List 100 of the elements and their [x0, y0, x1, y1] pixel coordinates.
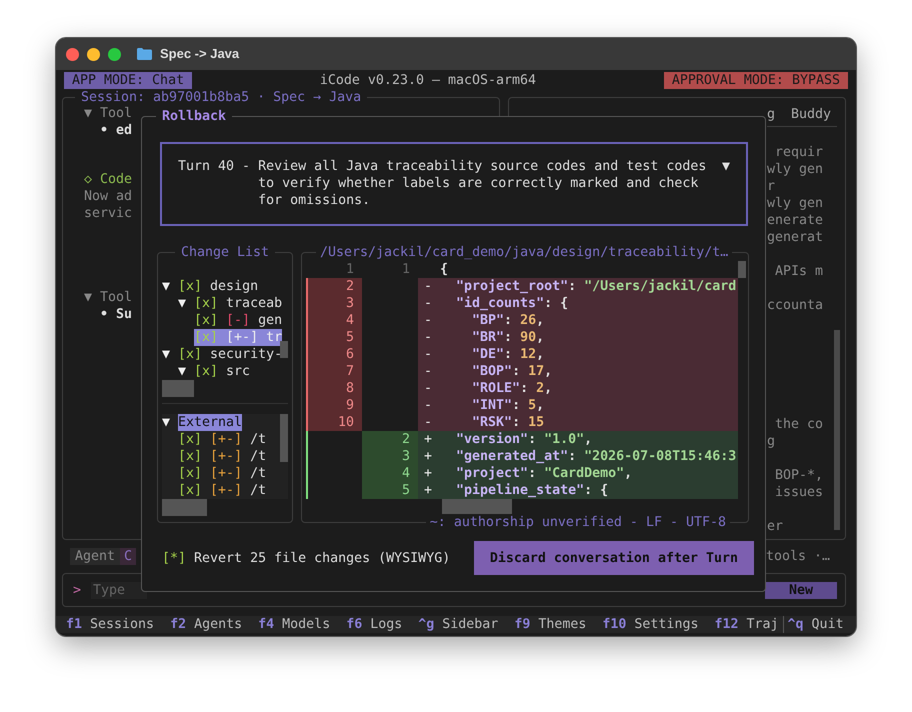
tree-label: security-	[210, 347, 282, 362]
message-text: g	[767, 433, 776, 450]
expand-toggle[interactable]: ▼	[722, 158, 730, 175]
message-input[interactable]: Type	[91, 582, 148, 598]
app-title: iCode v0.23.0 — macOS-arm64	[320, 72, 536, 89]
scrollbar[interactable]	[280, 341, 288, 358]
line-number: 4	[308, 312, 362, 329]
message-text: wly gen	[767, 161, 824, 178]
tree-item[interactable]: [x] [+-] /t	[178, 465, 266, 482]
change-tag: [+-]	[210, 432, 242, 447]
window-title: Spec -> Java	[160, 45, 240, 64]
message-text: servic	[84, 205, 132, 222]
checkbox[interactable]: [x]	[194, 296, 218, 311]
shortcut-hint[interactable]: f1 Sessions	[66, 616, 154, 633]
tree-item[interactable]: [x] security-	[178, 346, 282, 363]
line-number: 7	[308, 363, 362, 380]
checkbox[interactable]: [x]	[194, 313, 218, 328]
tree-label: tr	[266, 330, 282, 345]
discard-button[interactable]: Discard conversation after Turn	[474, 541, 754, 575]
tree-item[interactable]: [x] src	[194, 363, 250, 380]
checkbox[interactable]: [x]	[178, 466, 202, 481]
shortcut-hint[interactable]: f12 Traj	[714, 616, 779, 633]
approval-mode-badge: APPROVAL MODE: BYPASS	[664, 72, 848, 89]
message-text: ▼ Tool	[84, 105, 132, 122]
change-tag: [+-]	[226, 330, 258, 345]
app-mode-badge: APP MODE: Chat	[64, 72, 192, 89]
line-number: 2	[362, 431, 418, 448]
scrollbar[interactable]	[834, 330, 840, 530]
checkbox[interactable]: [x]	[178, 279, 202, 294]
scrollbar[interactable]	[738, 261, 746, 278]
line-number: 5	[308, 329, 362, 346]
tree-label: gen	[258, 313, 282, 328]
message-text: ▼ Tool	[84, 289, 132, 306]
folder-icon	[137, 48, 152, 60]
checkbox[interactable]: [x]	[178, 483, 202, 498]
tree-item[interactable]: [x] [-] gen	[194, 312, 282, 329]
tree-item[interactable]: [x] design	[178, 278, 258, 295]
shortcut-hint[interactable]: f10 Settings	[602, 616, 698, 633]
checkbox[interactable]: [x]	[178, 449, 202, 464]
change-tag: [+-]	[210, 483, 242, 498]
tree-item[interactable]: [x] traceab	[194, 295, 282, 312]
checkbox[interactable]: [x]	[194, 364, 218, 379]
message-text: er	[767, 518, 784, 535]
panel-title: Change List	[174, 245, 276, 260]
message-text: ◇ Code	[84, 171, 132, 188]
file-info: ~: authorship unverified - LF - UTF-8	[426, 514, 730, 531]
panel-tab[interactable]: g	[767, 106, 776, 123]
checkbox[interactable]: [x]	[178, 347, 202, 362]
radio-mark[interactable]: [*]	[162, 550, 186, 566]
diff-sign: -	[418, 363, 440, 380]
expand-toggle[interactable]: ▼	[162, 414, 178, 431]
shortcut-hint[interactable]: f9 Themes	[514, 616, 586, 633]
shortcut-hint[interactable]: f4 Models	[258, 616, 330, 633]
message-text: ccounta	[767, 297, 824, 314]
line-number: 4	[362, 465, 418, 482]
tree-label: traceab	[226, 296, 282, 311]
agent-name: C	[120, 548, 136, 565]
line-number: 3	[308, 295, 362, 312]
tree-item[interactable]: [x] [+-] /t	[178, 482, 266, 499]
diff-sign: -	[418, 380, 440, 397]
message-text: BOP-*,	[774, 467, 824, 484]
code-line: {	[440, 261, 450, 278]
zoom-button[interactable]	[108, 48, 121, 60]
line-number: 1	[344, 261, 355, 278]
tree-item[interactable]: [x] [+-] /t	[178, 431, 266, 448]
expand-toggle[interactable]: ▼	[162, 278, 178, 295]
tree-label: design	[210, 279, 258, 294]
expand-toggle[interactable]: ▼	[162, 346, 178, 363]
shortcut-hint[interactable]: f2 Agents	[170, 616, 242, 633]
checkbox[interactable]: [x]	[178, 432, 202, 447]
tools-label: tools ·…	[766, 548, 830, 565]
tree-label: src	[226, 364, 250, 379]
panel-tab[interactable]: Buddy	[791, 106, 832, 123]
shortcut-hint[interactable]: ^q Quit	[782, 616, 844, 633]
expand-toggle[interactable]: ▼	[178, 295, 194, 312]
change-tag: [-]	[226, 313, 250, 328]
diff-sign: -	[418, 397, 440, 414]
change-tag: [+-]	[210, 449, 242, 464]
tree-item[interactable]: [x] [+-] /t	[178, 448, 266, 465]
diff-sign: -	[418, 329, 440, 346]
diff-sign: +	[418, 465, 440, 482]
line-number: 1	[400, 261, 411, 278]
message-text: APIs m	[774, 263, 824, 280]
shortcut-hint[interactable]: ^g Sidebar	[418, 616, 498, 633]
message-text: issues	[774, 484, 824, 501]
scrollbar[interactable]	[162, 499, 207, 516]
diff-sign: -	[418, 346, 440, 363]
scrollbar[interactable]	[162, 380, 194, 397]
diff-sign: -	[418, 312, 440, 329]
line-number: 3	[362, 448, 418, 465]
shortcut-hint[interactable]: f6 Logs	[346, 616, 402, 633]
line-number: 10	[308, 414, 362, 431]
expand-toggle[interactable]: ▼	[178, 363, 194, 380]
close-button[interactable]	[66, 48, 79, 60]
revert-label: Revert 25 file changes (WYSIWYG)	[194, 550, 450, 566]
scrollbar[interactable]	[280, 414, 288, 462]
message-text: the co	[774, 416, 824, 433]
minimize-button[interactable]	[87, 48, 100, 60]
panel-title: Session: ab97001b8ba5 · Spec → Java	[75, 89, 368, 106]
tree-item[interactable]: External	[178, 414, 242, 431]
